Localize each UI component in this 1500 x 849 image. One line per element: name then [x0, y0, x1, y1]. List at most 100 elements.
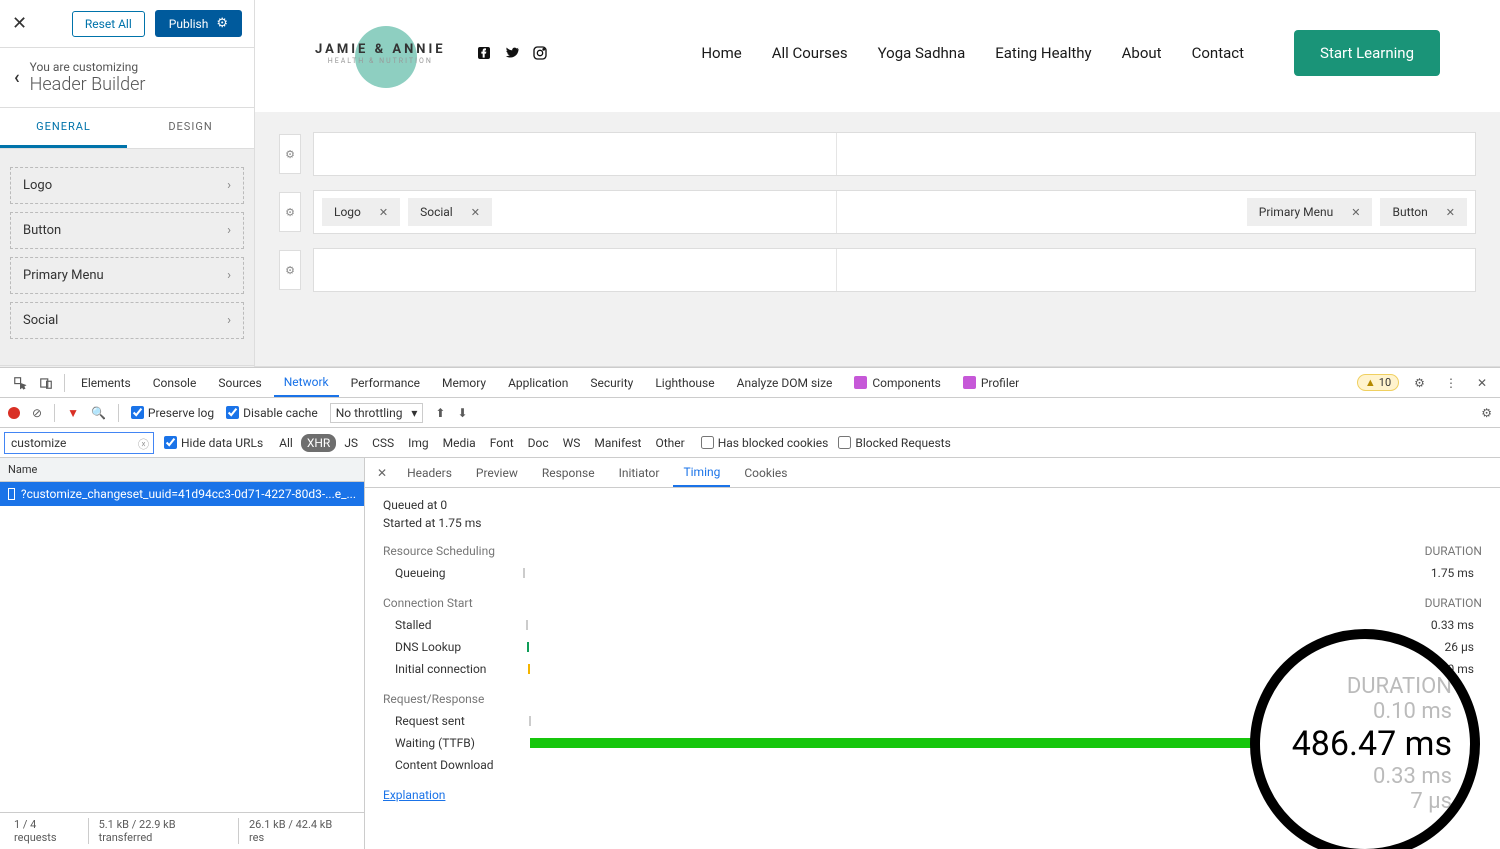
row-settings-icon[interactable]: ⚙ — [279, 250, 301, 290]
devtools-panel: Elements Console Sources Network Perform… — [0, 367, 1500, 849]
inspect-icon[interactable] — [8, 376, 32, 390]
record-icon[interactable] — [8, 407, 20, 419]
blocked-cookies-checkbox[interactable]: Has blocked cookies — [701, 436, 829, 450]
throttling-select[interactable]: No throttling ▾ — [330, 403, 424, 423]
instagram-icon[interactable] — [532, 45, 548, 61]
reset-all-button[interactable]: Reset All — [72, 11, 145, 37]
react-icon — [963, 376, 976, 389]
sidebar-item-social[interactable]: Social› — [10, 302, 244, 339]
site-logo[interactable]: JAMIE & ANNIE HEALTH & NUTRITION — [315, 42, 446, 65]
blocked-requests-checkbox[interactable]: Blocked Requests — [838, 436, 950, 450]
download-icon[interactable]: ⬇ — [457, 406, 467, 420]
request-list-header[interactable]: Name — [0, 458, 364, 482]
upload-icon[interactable]: ⬆ — [435, 406, 445, 420]
filter-xhr[interactable]: XHR — [301, 434, 336, 452]
close-icon[interactable]: ✕ — [379, 206, 388, 219]
warnings-badge[interactable]: ▲10 — [1357, 374, 1399, 391]
filter-input[interactable]: customizeⓧ — [4, 432, 154, 454]
chevron-right-icon: › — [227, 223, 231, 238]
nav-eating-healthy[interactable]: Eating Healthy — [995, 44, 1091, 62]
sidebar-item-logo[interactable]: Logo› — [10, 167, 244, 204]
tab-security[interactable]: Security — [580, 368, 643, 397]
filter-manifest[interactable]: Manifest — [588, 434, 647, 452]
detail-tab-headers[interactable]: Headers — [397, 458, 462, 487]
clear-icon[interactable]: ⓧ — [138, 436, 149, 452]
builder-row-main[interactable]: Logo✕ Social✕ Primary Menu✕ Button✕ — [313, 190, 1476, 234]
filter-font[interactable]: Font — [484, 434, 520, 452]
filter-all[interactable]: All — [273, 434, 299, 452]
sidebar-item-primary-menu[interactable]: Primary Menu› — [10, 257, 244, 294]
filter-js[interactable]: JS — [338, 434, 364, 452]
row-settings-icon[interactable]: ⚙ — [279, 192, 301, 232]
nav-about[interactable]: About — [1122, 44, 1162, 62]
tab-elements[interactable]: Elements — [71, 368, 141, 397]
nav-yoga-sadhna[interactable]: Yoga Sadhna — [878, 44, 966, 62]
row-settings-icon[interactable]: ⚙ — [279, 134, 301, 174]
sidebar-item-button[interactable]: Button› — [10, 212, 244, 249]
magnifier-overlay: DURATION 0.10 ms 486.47 ms 0.33 ms 7 µs — [1250, 629, 1480, 849]
chevron-right-icon: › — [227, 268, 231, 283]
disable-cache-checkbox[interactable]: Disable cache — [226, 406, 318, 420]
detail-tab-timing[interactable]: Timing — [673, 458, 730, 487]
nav-home[interactable]: Home — [701, 44, 741, 62]
builder-row-top[interactable] — [313, 132, 1476, 176]
back-icon[interactable]: ‹ — [14, 67, 20, 88]
tab-console[interactable]: Console — [143, 368, 207, 397]
tab-components[interactable]: Components — [844, 368, 951, 397]
filter-other[interactable]: Other — [649, 434, 690, 452]
filter-css[interactable]: CSS — [366, 434, 400, 452]
chip-logo[interactable]: Logo✕ — [322, 198, 400, 226]
tab-performance[interactable]: Performance — [341, 368, 430, 397]
request-row[interactable]: ?customize_changeset_uuid=41d94cc3-0d71-… — [0, 482, 364, 506]
timing-queued: Queued at 0 — [383, 498, 1482, 512]
tab-lighthouse[interactable]: Lighthouse — [645, 368, 724, 397]
filter-ws[interactable]: WS — [557, 434, 587, 452]
chip-primary-menu[interactable]: Primary Menu✕ — [1247, 198, 1373, 226]
more-icon[interactable]: ⋮ — [1440, 376, 1462, 390]
filter-icon[interactable]: ▼ — [67, 406, 79, 420]
chevron-right-icon: › — [227, 178, 231, 193]
device-toggle-icon[interactable] — [34, 376, 58, 390]
tab-design[interactable]: DESIGN — [127, 108, 254, 148]
detail-tab-initiator[interactable]: Initiator — [609, 458, 670, 487]
logo-sub-text: HEALTH & NUTRITION — [315, 57, 446, 65]
close-detail-icon[interactable]: ✕ — [371, 466, 393, 480]
close-icon[interactable]: ✕ — [1472, 376, 1492, 390]
facebook-icon[interactable] — [476, 45, 492, 61]
filter-img[interactable]: Img — [402, 434, 435, 452]
tab-network[interactable]: Network — [274, 368, 339, 397]
gear-icon[interactable]: ⚙ — [216, 16, 228, 31]
builder-row-bottom[interactable] — [313, 248, 1476, 292]
tab-memory[interactable]: Memory — [432, 368, 496, 397]
search-icon[interactable]: 🔍 — [91, 406, 106, 420]
nav-contact[interactable]: Contact — [1192, 44, 1244, 62]
react-icon — [854, 376, 867, 389]
publish-button[interactable]: Publish ⚙ — [155, 10, 242, 37]
close-icon[interactable]: ✕ — [1351, 206, 1360, 219]
start-learning-button[interactable]: Start Learning — [1294, 30, 1440, 76]
tab-profiler[interactable]: Profiler — [953, 368, 1029, 397]
detail-tab-preview[interactable]: Preview — [466, 458, 528, 487]
tab-general[interactable]: GENERAL — [0, 108, 127, 148]
filter-doc[interactable]: Doc — [522, 434, 555, 452]
nav-all-courses[interactable]: All Courses — [772, 44, 848, 62]
close-icon[interactable]: ✕ — [12, 13, 32, 34]
tab-sources[interactable]: Sources — [208, 368, 271, 397]
clear-icon[interactable]: ⊘ — [32, 406, 42, 420]
close-icon[interactable]: ✕ — [471, 206, 480, 219]
duration-label: DURATION — [1425, 596, 1482, 610]
tab-analyze-dom[interactable]: Analyze DOM size — [727, 368, 843, 397]
twitter-icon[interactable] — [504, 45, 520, 61]
hide-data-urls-checkbox[interactable]: Hide data URLs — [164, 436, 263, 450]
chip-social[interactable]: Social✕ — [408, 198, 492, 226]
close-icon[interactable]: ✕ — [1446, 206, 1455, 219]
preserve-log-checkbox[interactable]: Preserve log — [131, 406, 214, 420]
chip-button[interactable]: Button✕ — [1380, 198, 1467, 226]
tab-application[interactable]: Application — [498, 368, 578, 397]
settings-icon[interactable]: ⚙ — [1481, 406, 1492, 420]
settings-icon[interactable]: ⚙ — [1409, 376, 1430, 390]
detail-tab-response[interactable]: Response — [532, 458, 605, 487]
filter-media[interactable]: Media — [437, 434, 482, 452]
detail-tab-cookies[interactable]: Cookies — [734, 458, 797, 487]
site-header: JAMIE & ANNIE HEALTH & NUTRITION Home Al… — [255, 0, 1500, 112]
